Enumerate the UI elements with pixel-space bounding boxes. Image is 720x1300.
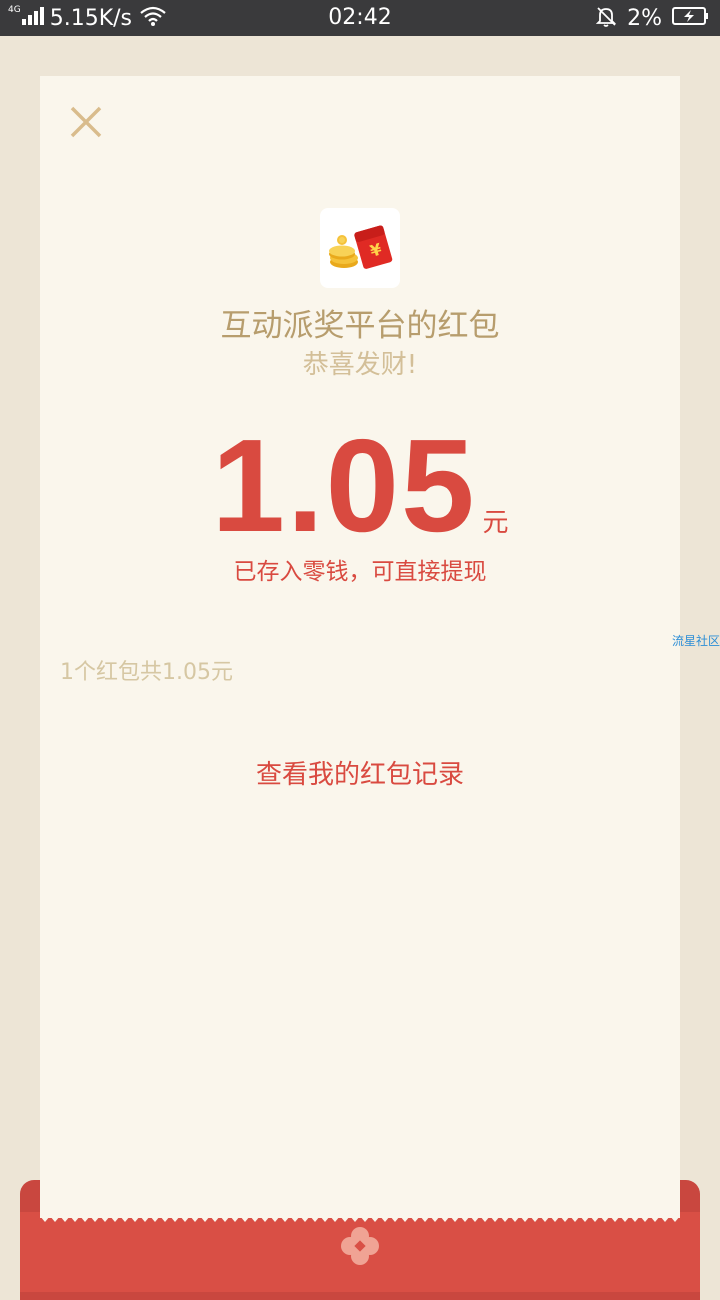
status-right: 2% [595,0,710,36]
signal-icon [21,7,44,29]
sender-name: 互动派奖平台的红包 [220,308,500,344]
watermark-text: 流星社区 [671,634,720,648]
battery-charging-icon [672,6,710,30]
card-zigzag-edge [40,1210,680,1222]
network-speed: 5.15K/s [49,5,132,31]
close-icon [70,106,102,138]
status-bar: 4G 5.15K/s 02:42 2% [0,0,720,36]
amount-value: 1.05 [211,412,477,559]
close-button[interactable] [64,100,108,144]
status-left: 4G 5.15K/s [8,0,166,36]
bell-muted-icon [595,5,617,31]
seal-icon [341,1227,379,1265]
deposit-note: 已存入零钱，可直接提现 [233,559,487,585]
network-type: 4G [8,5,21,15]
view-history-link[interactable]: 查看我的红包记录 [40,754,680,791]
app-logo: ¥ [320,208,400,288]
amount-unit: 元 [482,508,509,538]
amount-row: 1.05 元 [40,416,680,556]
red-packet-logo-icon: ¥ [329,225,393,269]
greeting-message: 恭喜发财! [302,350,418,380]
battery-percent: 2% [627,5,662,31]
wifi-icon [140,6,166,30]
packet-summary: 1个红包共1.05元 [60,660,233,685]
